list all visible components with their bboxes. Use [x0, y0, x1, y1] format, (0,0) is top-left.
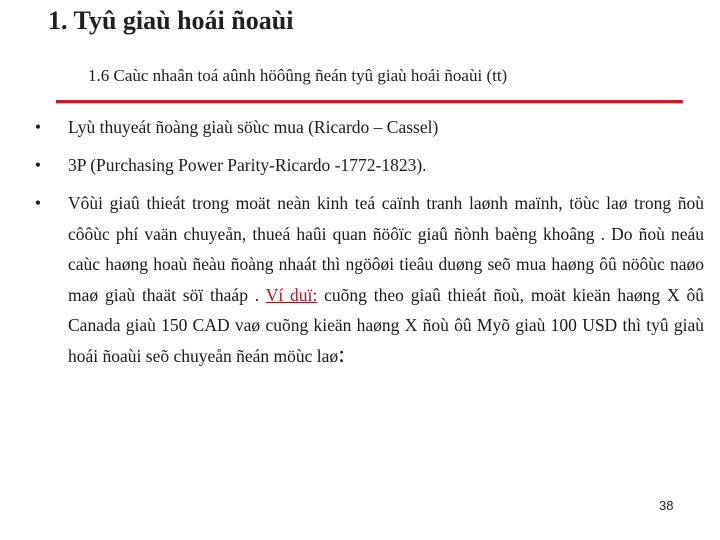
bullet-list: • Lyù thuyeát ñoàng giaù söùc mua (Ricar… — [30, 112, 704, 371]
bullet-item: • Lyù thuyeát ñoàng giaù söùc mua (Ricar… — [30, 112, 704, 142]
slide-title: 1. Tyû giaù hoái ñoaùi — [48, 6, 294, 35]
title-divider — [56, 100, 683, 104]
slide: 1. Tyû giaù hoái ñoaùi 1.6 Caùc nhaân to… — [0, 0, 720, 540]
bullet-marker: • — [34, 117, 42, 137]
slide-subtitle: 1.6 Caùc nhaân toá aûnh höôûng ñeán tyû … — [88, 66, 508, 85]
bullet-item: • Vôùi giaû thieát trong moät neàn kinh … — [30, 188, 704, 371]
example-link[interactable]: Ví duï: — [266, 285, 318, 305]
bullet-text: 3P (Purchasing Power Parity-Ricardo -177… — [68, 155, 427, 175]
bullet-marker: • — [34, 155, 42, 175]
page-number: 38 — [659, 498, 674, 513]
bullet-paragraph: Vôùi giaû thieát trong moät neàn kinh te… — [68, 188, 704, 371]
trailing-colon: : — [338, 341, 345, 368]
bullet-text: Lyù thuyeát ñoàng giaù söùc mua (Ricardo… — [68, 117, 439, 137]
bullet-item: • 3P (Purchasing Power Parity-Ricardo -1… — [30, 150, 704, 180]
bullet-marker: • — [34, 193, 42, 213]
